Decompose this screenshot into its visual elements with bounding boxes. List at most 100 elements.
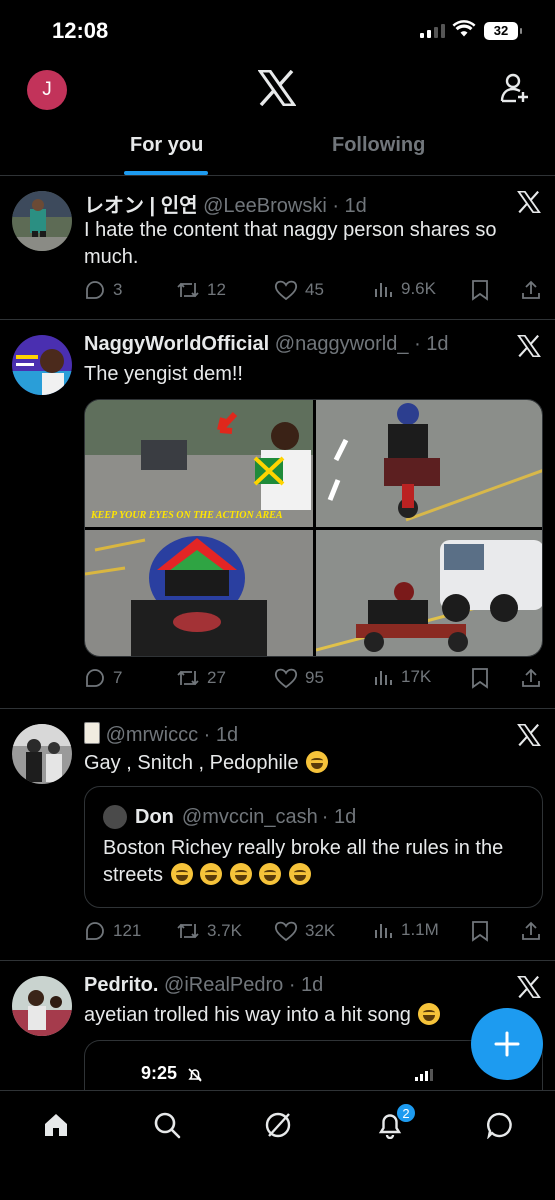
x-logo-icon[interactable] <box>517 976 541 998</box>
compose-button[interactable] <box>471 1008 543 1080</box>
repost-icon <box>177 923 199 939</box>
repost-button[interactable]: 3.7K <box>176 920 242 942</box>
media-image[interactable] <box>85 530 313 656</box>
views-button[interactable]: 9.6K <box>374 279 436 299</box>
like-count: 45 <box>305 280 324 299</box>
media-grid[interactable]: KEEP YOUR EYES ON THE ACTION AREA <box>84 399 543 657</box>
handle[interactable]: @LeeBrowski <box>203 195 327 217</box>
add-user-icon[interactable] <box>500 72 530 104</box>
heart-icon <box>274 668 298 689</box>
bookmark-icon[interactable] <box>470 667 490 689</box>
media-image[interactable] <box>316 530 542 656</box>
post-actions: 7 27 95 17K <box>84 667 544 691</box>
avatar[interactable] <box>12 191 72 251</box>
repost-icon <box>177 670 199 686</box>
laughing-emoji-icon <box>259 863 282 885</box>
view-count: 1.1M <box>401 920 439 939</box>
post-time: · 1d <box>332 195 367 217</box>
notifications-badge: 2 <box>396 1103 416 1123</box>
post-actions: 3 12 45 9.6K <box>84 279 544 303</box>
post[interactable]: レオン | 인연 @LeeBrowski · 1d I hate the con… <box>0 177 555 320</box>
plus-icon <box>494 1031 520 1057</box>
like-button[interactable]: 95 <box>274 667 324 689</box>
post[interactable]: Pedrito. @iRealPedro · 1d ayetian trolle… <box>0 962 555 1100</box>
post-time: · 1d <box>203 724 239 746</box>
handle[interactable]: @iRealPedro <box>164 974 283 996</box>
post-actions: 121 3.7K 32K 1.1M <box>84 920 544 944</box>
view-count: 17K <box>401 667 432 686</box>
post-header: NaggyWorldOfficial @naggyworld_ · 1d <box>84 333 449 356</box>
post-header: @mrwiccc · 1d <box>84 722 238 747</box>
display-name[interactable]: レオン | 인연 <box>84 195 198 217</box>
post[interactable]: @mrwiccc · 1d Gay , Snitch , Pedophile D… <box>0 710 555 961</box>
bell-slash-icon <box>188 1068 202 1082</box>
messages-icon[interactable] <box>486 1111 514 1139</box>
bookmark-icon[interactable] <box>470 279 490 301</box>
bookmark-icon[interactable] <box>470 920 490 942</box>
status-time: 12:08 <box>52 18 109 43</box>
display-name[interactable]: NaggyWorldOfficial <box>84 333 269 355</box>
view-count: 9.6K <box>401 279 436 298</box>
x-logo-icon[interactable] <box>517 191 541 213</box>
views-button[interactable]: 1.1M <box>374 920 439 940</box>
quote-time: · 1d <box>321 805 357 828</box>
quote-header: Don @mvccin_cash · 1d <box>103 805 356 829</box>
handle[interactable]: @mrwiccc <box>106 724 199 746</box>
like-count: 95 <box>305 668 324 687</box>
repost-count: 12 <box>207 280 226 299</box>
wifi-icon <box>452 20 476 37</box>
like-button[interactable]: 32K <box>274 920 335 942</box>
grok-icon[interactable] <box>264 1111 292 1139</box>
share-icon[interactable] <box>520 279 542 301</box>
tab-following[interactable]: Following <box>332 134 425 157</box>
like-button[interactable]: 45 <box>274 279 324 301</box>
profile-avatar[interactable]: J <box>27 70 67 110</box>
home-icon[interactable] <box>42 1111 70 1139</box>
share-icon[interactable] <box>520 920 542 942</box>
media-image[interactable] <box>316 400 542 527</box>
avatar[interactable] <box>12 724 72 784</box>
reply-button[interactable]: 7 <box>84 667 122 689</box>
share-icon[interactable] <box>520 667 542 689</box>
laughing-emoji-icon <box>170 863 193 885</box>
laughing-emoji-icon <box>200 863 223 885</box>
card-emoji <box>84 722 100 744</box>
x-logo-icon[interactable] <box>517 335 541 357</box>
repost-count: 27 <box>207 668 226 687</box>
views-icon <box>375 924 392 938</box>
reply-icon <box>86 922 104 940</box>
embed-status-time: 9:25 <box>141 1063 178 1083</box>
avatar[interactable] <box>12 335 72 395</box>
post[interactable]: NaggyWorldOfficial @naggyworld_ · 1d The… <box>0 321 555 709</box>
reply-button[interactable]: 121 <box>84 920 141 942</box>
search-icon[interactable] <box>153 1111 181 1139</box>
avatar[interactable] <box>12 976 72 1036</box>
reply-icon <box>86 281 104 299</box>
post-text: The yengist dem!! <box>84 363 243 385</box>
repost-icon <box>177 282 199 298</box>
repost-button[interactable]: 27 <box>176 667 226 689</box>
post-header: Pedrito. @iRealPedro · 1d <box>84 974 323 997</box>
laughing-emoji-icon <box>288 863 311 885</box>
reply-count: 3 <box>113 280 123 299</box>
post-text-wrapper: ayetian trolled his way into a hit song <box>84 1002 524 1029</box>
x-logo-icon <box>258 70 296 106</box>
repost-button[interactable]: 12 <box>176 279 226 301</box>
reply-button[interactable]: 3 <box>84 279 122 301</box>
quote-avatar[interactable] <box>103 805 127 829</box>
repost-count: 3.7K <box>207 921 242 940</box>
media-image[interactable]: KEEP YOUR EYES ON THE ACTION AREA <box>85 400 313 527</box>
x-logo-icon[interactable] <box>517 724 541 746</box>
embed-signal-icon <box>415 1069 433 1081</box>
handle[interactable]: @naggyworld_ <box>275 333 409 355</box>
display-name[interactable]: Pedrito. <box>84 974 158 996</box>
laughing-emoji-icon <box>229 863 252 885</box>
tab-for-you[interactable]: For you <box>130 134 203 157</box>
quote-text-wrapper: Boston Richey really broke all the rules… <box>103 835 528 889</box>
reply-count: 7 <box>113 668 123 687</box>
post-text-wrapper: Gay , Snitch , Pedophile <box>84 750 524 777</box>
quoted-post[interactable]: Don @mvccin_cash · 1d Boston Richey real… <box>84 786 543 908</box>
cellular-signal-icon <box>420 24 445 38</box>
timeline-tabs: For you Following <box>0 122 555 176</box>
views-button[interactable]: 17K <box>374 667 431 687</box>
